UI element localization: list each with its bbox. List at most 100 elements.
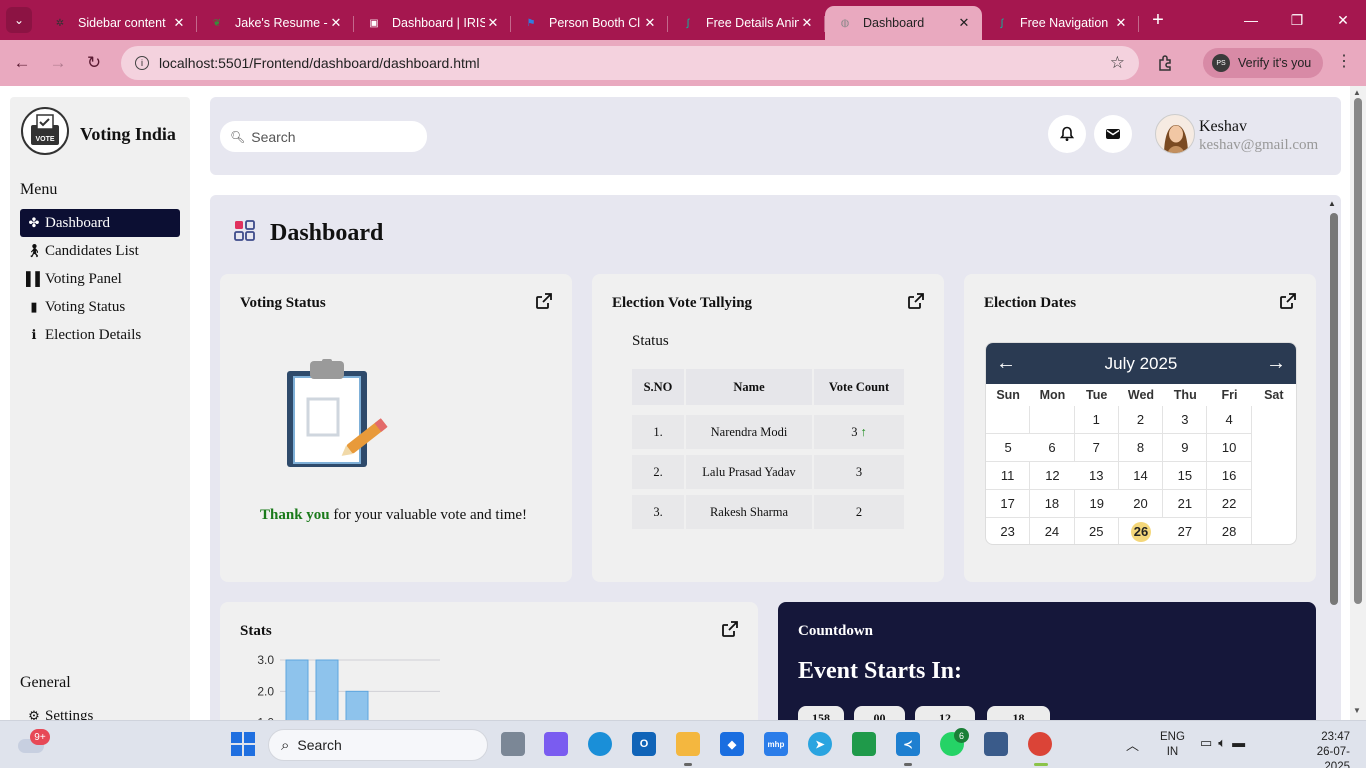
mail-icon[interactable] — [1094, 115, 1132, 153]
extensions-icon[interactable] — [1152, 51, 1180, 75]
app-green-icon[interactable] — [852, 732, 876, 756]
chrome-icon[interactable] — [1028, 732, 1052, 756]
page-scrollbar[interactable]: ▲ ▼ — [1350, 86, 1366, 720]
chart-bar[interactable] — [345, 690, 369, 720]
vscode-icon[interactable]: ≺ — [896, 732, 920, 756]
browser-tab[interactable]: ∫ Free Details Anin ✕ — [668, 6, 825, 40]
file-explorer-icon[interactable] — [676, 732, 700, 756]
calendar-day[interactable]: 15 — [1163, 462, 1208, 490]
calendar-day[interactable]: 1 — [1074, 406, 1119, 434]
scrollbar-thumb[interactable] — [1330, 213, 1338, 605]
close-tab-icon[interactable]: ✕ — [328, 15, 344, 31]
forward-button[interactable]: → — [40, 45, 76, 81]
calendar-day[interactable]: 2 — [1118, 406, 1164, 434]
chart-bar[interactable] — [285, 659, 309, 720]
browser-tab[interactable]: ✲ Sidebar content ✕ — [40, 6, 197, 40]
open-external-icon[interactable] — [722, 621, 738, 637]
task-view-icon[interactable] — [501, 732, 525, 756]
browser-tab[interactable]: ∫ Free Navigation ✕ — [982, 6, 1139, 40]
panel-scrollbar[interactable]: ▲ — [1328, 199, 1338, 609]
close-tab-icon[interactable]: ✕ — [171, 15, 187, 31]
calendar-day[interactable]: 21 — [1163, 490, 1208, 518]
calendar-day[interactable]: 25 — [1075, 518, 1119, 544]
back-button[interactable]: ← — [4, 45, 40, 81]
calendar-day[interactable]: 18 — [1030, 490, 1075, 518]
clock[interactable]: 23:47 26-07-2025 — [1292, 730, 1350, 768]
calendar-day[interactable]: 28 — [1207, 518, 1252, 544]
browser-tab[interactable]: ◍ Dashboard ✕ — [825, 6, 982, 40]
calendar-day[interactable]: 13 — [1074, 462, 1119, 490]
reload-button[interactable]: ↻ — [76, 45, 112, 81]
calendar-day[interactable]: 16 — [1207, 462, 1252, 490]
calendar-day[interactable]: 7 — [1074, 434, 1119, 462]
calendar-day[interactable]: 20 — [1118, 490, 1164, 518]
tray-icons[interactable]: ▭🔈︎▬ — [1200, 735, 1251, 751]
calendar-day[interactable]: 17 — [986, 490, 1031, 518]
calendar-day[interactable]: 4 — [1207, 406, 1252, 434]
close-window-button[interactable]: ✕ — [1320, 0, 1366, 40]
calendar-day[interactable]: 24 — [1030, 518, 1075, 544]
mhp-app-icon[interactable]: mhp — [764, 732, 788, 756]
calendar-day[interactable]: 6 — [1030, 434, 1075, 462]
site-info-icon[interactable]: i — [135, 56, 149, 70]
outlook-icon[interactable]: O — [632, 732, 656, 756]
volume-icon[interactable]: 🔈︎ — [1218, 735, 1232, 750]
open-external-icon[interactable] — [536, 293, 552, 309]
search-input[interactable]: 🔍︎ Search — [220, 121, 427, 152]
taskbar-search[interactable]: ⌕ Search — [268, 729, 488, 761]
browser-menu-icon[interactable]: ⋮ — [1334, 51, 1354, 75]
copilot-icon[interactable] — [544, 732, 568, 756]
open-external-icon[interactable] — [908, 293, 924, 309]
address-bar[interactable]: i localhost:5501/Frontend/dashboard/dash… — [121, 46, 1139, 80]
calendar-day[interactable]: 5 — [986, 434, 1031, 462]
scroll-up-arrow-icon[interactable]: ▲ — [1328, 199, 1336, 208]
calendar-day[interactable]: 23 — [986, 518, 1031, 544]
browser-tab[interactable]: ⚑ Person Booth Cl ✕ — [511, 6, 668, 40]
open-external-icon[interactable] — [1280, 293, 1296, 309]
monitor-icon[interactable]: ▭ — [1200, 735, 1218, 750]
new-tab-button[interactable]: + — [1143, 5, 1173, 35]
scroll-down-arrow-icon[interactable]: ▼ — [1353, 706, 1361, 715]
calendar-day-highlighted[interactable]: 26 — [1119, 518, 1163, 544]
profile-verify-button[interactable]: PS Verify it's you — [1203, 48, 1323, 78]
battery-icon[interactable]: ▬ — [1232, 735, 1251, 750]
notification-bell-icon[interactable] — [1048, 115, 1086, 153]
calendar-day[interactable]: 10 — [1207, 434, 1252, 462]
minimize-button[interactable]: — — [1228, 0, 1274, 40]
calendar-day[interactable]: 27 — [1163, 518, 1208, 544]
calendar-day[interactable]: 22 — [1207, 490, 1252, 518]
browser-tab[interactable]: ❦ Jake's Resume - ✕ — [197, 6, 354, 40]
close-tab-icon[interactable]: ✕ — [485, 15, 501, 31]
sidebar-item-candidates-list[interactable]: 🚶︎ Candidates List — [20, 237, 180, 265]
sidebar-item-election-details[interactable]: ℹ Election Details — [20, 321, 180, 349]
calendar-day[interactable]: 19 — [1074, 490, 1119, 518]
close-tab-icon[interactable]: ✕ — [642, 15, 658, 31]
next-month-arrow-icon[interactable]: → — [1266, 352, 1286, 375]
calendar-day[interactable]: 3 — [1163, 406, 1208, 434]
scrollbar-thumb[interactable] — [1354, 98, 1362, 604]
sidebar-item-voting-panel[interactable]: ▌▌ Voting Panel — [20, 265, 180, 293]
language-indicator[interactable]: ENG IN — [1160, 730, 1185, 760]
chart-bar[interactable] — [315, 659, 339, 720]
user-avatar[interactable] — [1155, 114, 1195, 154]
calendar-day[interactable]: 9 — [1163, 434, 1208, 462]
calendar-day[interactable]: 8 — [1118, 434, 1164, 462]
telegram-icon[interactable]: ➤ — [808, 732, 832, 756]
sidebar-item-dashboard[interactable]: ✤ Dashboard — [20, 209, 180, 237]
dropbox-icon[interactable]: ◆ — [720, 732, 744, 756]
calendar-day[interactable]: 14 — [1118, 462, 1164, 490]
close-tab-icon[interactable]: ✕ — [799, 15, 815, 31]
maximize-button[interactable]: ❐ — [1274, 0, 1320, 40]
browser-tab[interactable]: ▣ Dashboard | IRIS ✕ — [354, 6, 511, 40]
prev-month-arrow-icon[interactable]: ← — [996, 352, 1016, 375]
windows-start-icon[interactable] — [231, 732, 255, 756]
app-chart-icon[interactable] — [984, 732, 1008, 756]
weather-widget[interactable]: 9+ — [18, 729, 50, 753]
calendar-day[interactable]: 11 — [986, 462, 1031, 490]
bookmark-star-icon[interactable]: ☆ — [1110, 53, 1125, 73]
calendar-day[interactable]: 12 — [1030, 462, 1075, 490]
tab-search-button[interactable]: ⌄ — [6, 7, 32, 33]
sidebar-item-voting-status[interactable]: ▮ Voting Status — [20, 293, 180, 321]
scroll-up-arrow-icon[interactable]: ▲ — [1353, 88, 1361, 97]
tray-chevron-icon[interactable]: ︿ — [1126, 735, 1139, 754]
